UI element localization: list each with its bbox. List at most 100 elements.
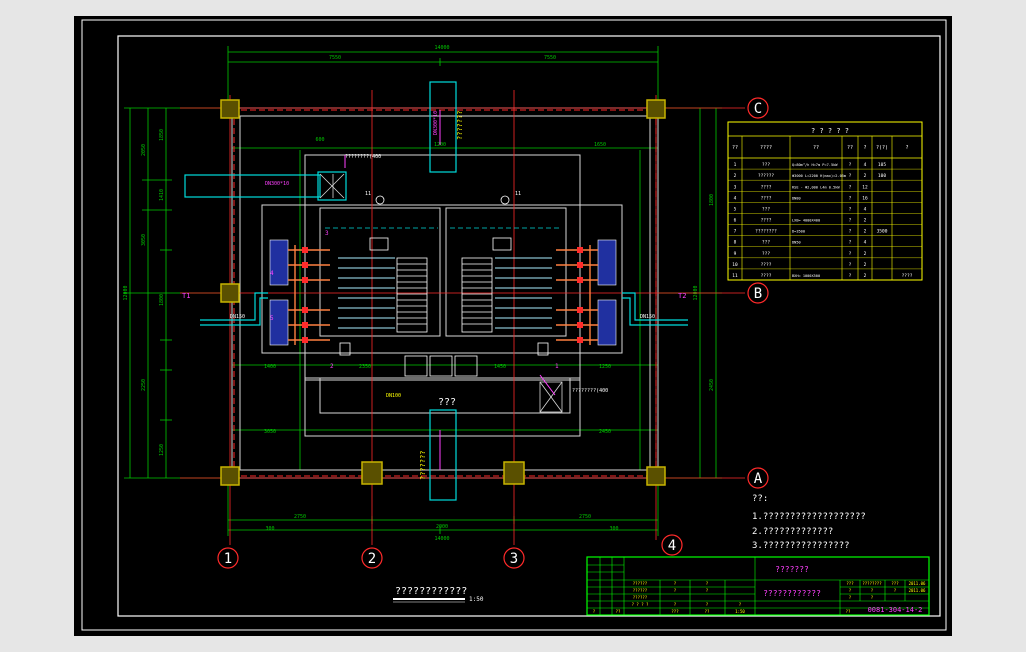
title-block-rev-cell: ??? bbox=[846, 581, 854, 586]
tank-tag-2: 11 bbox=[515, 191, 521, 197]
elev-right: T2 bbox=[678, 292, 686, 300]
inlet-label: ??????? bbox=[456, 110, 464, 140]
title-block-sign-cell: ?????? bbox=[633, 595, 648, 600]
axis-label-b: B bbox=[754, 286, 762, 302]
note-1: 1.??????????????????? bbox=[752, 512, 866, 522]
table-cell: RSE - Φ2,000 L4m 0.5kW bbox=[792, 185, 840, 189]
notes-heading: ??: bbox=[752, 494, 768, 504]
table-cell: ???? bbox=[761, 218, 772, 224]
column-a3 bbox=[503, 461, 525, 485]
table-cell: Φ3000 L=2200 H(max)=2.05m bbox=[792, 174, 846, 178]
table-cell: 2 bbox=[864, 251, 867, 257]
table-cell: ? bbox=[849, 206, 852, 212]
tag-c: 2 bbox=[330, 363, 334, 370]
table-cell: ? bbox=[849, 173, 852, 179]
title-block-rev-cell: 2011.06 bbox=[909, 588, 926, 593]
table-cell: D=3500 bbox=[792, 230, 805, 234]
table-cell: BXH= 1000X500 bbox=[792, 274, 820, 278]
table-cell: 3 bbox=[734, 184, 737, 190]
table-cell: 9 bbox=[734, 251, 737, 257]
axis-label-3: 3 bbox=[510, 551, 518, 567]
pipe-spec-left: DN300*10 bbox=[265, 181, 289, 187]
table-cell: ? bbox=[849, 251, 852, 257]
table-cell: 2 bbox=[864, 173, 867, 179]
title-block-bottom-cell: ?? bbox=[705, 609, 710, 614]
table-cell: ???? bbox=[761, 195, 772, 201]
table-cell: ? bbox=[849, 162, 852, 168]
table-cell: ?????? bbox=[758, 173, 775, 179]
table-cell: 2 bbox=[864, 273, 867, 279]
table-header-cell: ?? bbox=[732, 145, 738, 151]
tag-a: 4 bbox=[270, 270, 274, 277]
table-cell: ??? bbox=[762, 162, 770, 168]
table-cell: 2 bbox=[864, 229, 867, 235]
title-block-rev-cell: ??? bbox=[891, 581, 899, 586]
axis-label-a: A bbox=[754, 471, 763, 487]
table-cell: 1 bbox=[734, 162, 737, 168]
dim-left-seg-3: 2250 bbox=[141, 379, 147, 391]
pipe-spec-top: DN300*10 bbox=[433, 111, 439, 135]
dim-left-seg-7: 1250 bbox=[159, 444, 165, 456]
dim-left-seg-6: 1800 bbox=[159, 294, 165, 306]
table-cell: DN50 bbox=[792, 241, 801, 245]
column-a1 bbox=[220, 466, 240, 486]
table-cell: 3500 bbox=[877, 229, 888, 235]
title-block-bottom-cell: ?? bbox=[846, 609, 851, 614]
title-block-sign-cell: ?????? bbox=[633, 588, 648, 593]
dim-top-left: 7550 bbox=[329, 55, 341, 61]
title-block-rev-cell: 2011.06 bbox=[909, 581, 926, 586]
table-cell: Q=80m³/h H=7m P=7.5kW bbox=[792, 163, 838, 167]
table-cell: 11 bbox=[732, 273, 738, 279]
pipe-spec-mid: DN100 bbox=[386, 393, 401, 399]
table-cell: 4 bbox=[864, 162, 867, 168]
column-c1 bbox=[220, 99, 240, 119]
note-3: 3.???????????????? bbox=[752, 541, 850, 551]
drawing-number: 0081-304-14-2 bbox=[868, 606, 923, 614]
dim-right-seg-2: 2450 bbox=[709, 379, 715, 391]
axis-label-2: 2 bbox=[368, 551, 376, 567]
dim-top-right: 7550 bbox=[544, 55, 556, 61]
title-block-sign-cell: ? ? ? ? bbox=[632, 602, 649, 607]
table-cell: ??? bbox=[762, 240, 770, 246]
table-cell: 4 bbox=[734, 195, 737, 201]
table-cell: ? bbox=[849, 273, 852, 279]
drawing-name: ???????????? bbox=[763, 589, 821, 598]
table-cell: ???? bbox=[761, 184, 772, 190]
dim-top-inner: 1650 bbox=[594, 142, 606, 148]
title-block-sign-cell: ?????? bbox=[633, 581, 648, 586]
note-top: ????????(400 bbox=[345, 154, 381, 160]
axis-label-4: 4 bbox=[668, 538, 676, 554]
table-header-cell: ?? bbox=[847, 145, 853, 151]
table-cell: 100 bbox=[878, 173, 886, 179]
table-cell: ???? bbox=[761, 262, 772, 268]
table-cell: 4 bbox=[864, 206, 867, 212]
cad-drawing-canvas: 14000 7550 7550 14000 2750 2750 2000 300… bbox=[74, 16, 952, 636]
dim-right-seg-1: 1800 bbox=[709, 194, 715, 206]
dim-row1-d: 1250 bbox=[599, 364, 611, 370]
table-cell: 2 bbox=[864, 218, 867, 224]
pipe-right-label: DN150 bbox=[640, 314, 655, 320]
dim-left-seg-2: 3050 bbox=[141, 234, 147, 246]
column-c4 bbox=[646, 99, 666, 119]
dim-top-inner-left: 600 bbox=[315, 137, 324, 143]
outlet-label: ??????? bbox=[419, 450, 427, 480]
table-cell: ??? bbox=[762, 206, 770, 212]
column-a4 bbox=[646, 466, 666, 486]
table-cell: 2 bbox=[864, 262, 867, 268]
dim-row1-c: 1450 bbox=[494, 364, 506, 370]
table-cell: 2 bbox=[734, 173, 737, 179]
table-cell: ???????? bbox=[755, 229, 777, 235]
table-header-cell: ? bbox=[905, 145, 908, 151]
tank-tag-1: 11 bbox=[365, 191, 371, 197]
table-cell: ? bbox=[849, 229, 852, 235]
dim-bottom-seg-a: 300 bbox=[265, 526, 274, 532]
table-cell: 8 bbox=[734, 240, 737, 246]
table-cell: 7 bbox=[734, 229, 737, 235]
table-cell: ? bbox=[849, 195, 852, 201]
table-cell: ? bbox=[849, 184, 852, 190]
pipe-left-label: DN150 bbox=[230, 314, 245, 320]
dim-row1-a: 1400 bbox=[264, 364, 276, 370]
dim-bottom-right: 2750 bbox=[579, 514, 591, 520]
dim-bottom-left: 2750 bbox=[294, 514, 306, 520]
table-cell: 5 bbox=[734, 206, 737, 212]
